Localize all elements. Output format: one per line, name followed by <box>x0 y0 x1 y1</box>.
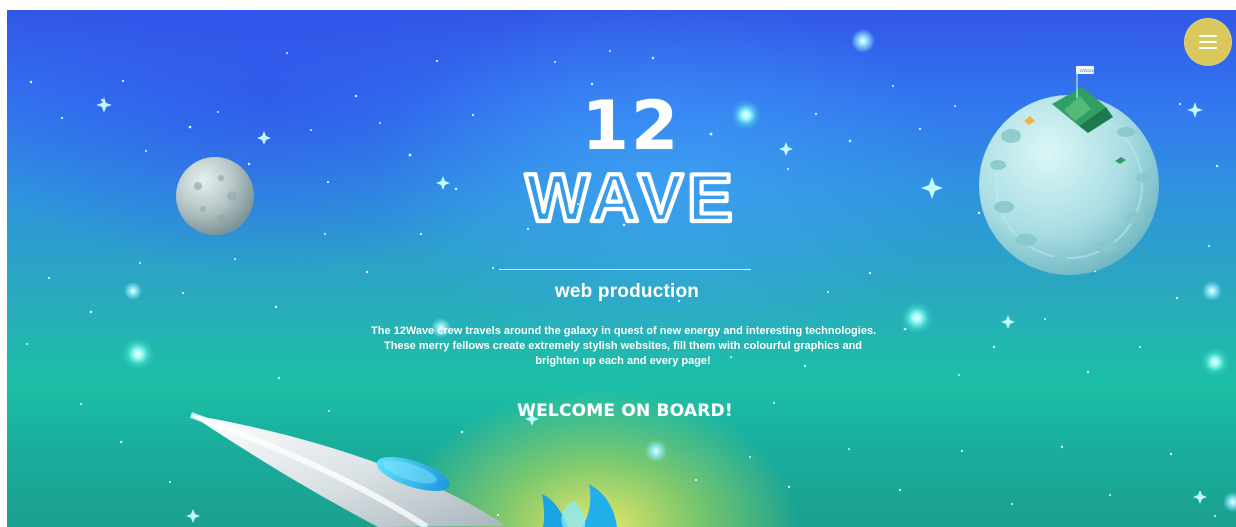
menu-button[interactable] <box>1184 18 1232 66</box>
brand-divider <box>499 269 751 270</box>
planet-illustration: 12Wave <box>979 66 1159 275</box>
rocket-illustration <box>190 412 617 527</box>
brand-logo: 12 WAVE <box>497 93 765 241</box>
menu-line-top <box>1199 35 1217 37</box>
hero-description: The 12Wave crew travels around the galax… <box>371 324 877 369</box>
description-line-2: These merry fellows create extremely sty… <box>383 340 863 352</box>
description-line-3: brighten up each and every page! <box>535 355 711 367</box>
welcome-heading: WELCOME ON BOARD! <box>517 401 733 421</box>
menu-line-bottom <box>1199 47 1217 49</box>
planet-sign-text: 12Wave <box>1079 68 1095 73</box>
landing-page: 12Wave 12 WAVE web production The 12Wave… <box>7 10 1236 527</box>
description-line-1: The 12Wave crew travels around the galax… <box>371 325 877 337</box>
svg-text:WAVE: WAVE <box>525 161 736 236</box>
brand-subtitle: web production <box>554 281 700 302</box>
brand-number: 12 <box>581 87 681 166</box>
brand-word-wave: WAVE <box>523 161 736 237</box>
small-moon-illustration <box>176 157 254 235</box>
menu-line-middle <box>1199 41 1217 43</box>
